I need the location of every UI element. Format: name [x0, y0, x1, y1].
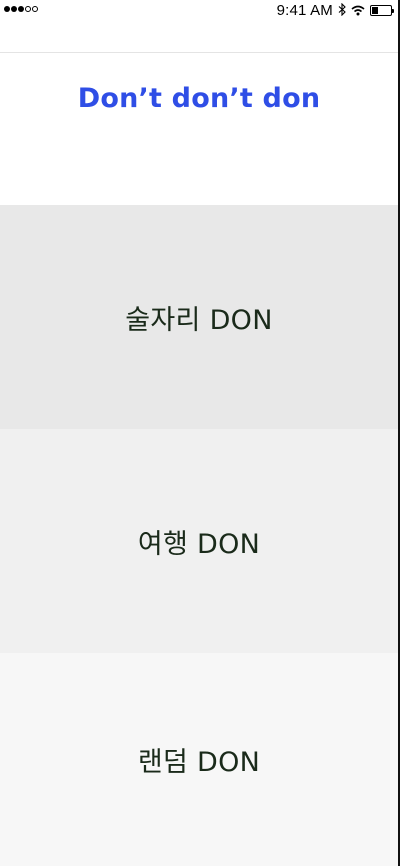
category-label: 술자리 DON [125, 304, 273, 336]
category-label: 여행 DON [137, 528, 261, 560]
status-bar: 9:41 AM [0, 0, 398, 22]
wifi-icon [351, 3, 365, 19]
status-right: 9:41 AM [276, 2, 394, 19]
app-title: Don’t don’t don [77, 83, 321, 114]
signal-dot [18, 6, 24, 12]
app-screen: 9:41 AM Don’t don’t don 술자리 DON 여행 DON 랜… [0, 0, 398, 866]
status-time: 9:41 AM [276, 2, 333, 19]
signal-dot [25, 6, 31, 12]
battery-level [372, 7, 378, 14]
header-divider [0, 52, 398, 53]
bluetooth-icon [338, 2, 346, 19]
category-random-don[interactable]: 랜덤 DON [0, 653, 398, 866]
category-label: 랜덤 DON [137, 747, 261, 778]
device-edge [398, 0, 402, 866]
signal-strength-icon [4, 6, 38, 12]
battery-icon [370, 5, 394, 16]
category-travel-don[interactable]: 여행 DON [0, 429, 398, 653]
signal-dot [32, 6, 38, 12]
signal-dot [11, 6, 17, 12]
category-drinking-don[interactable]: 술자리 DON [0, 205, 398, 429]
battery-cap [392, 9, 394, 13]
signal-dot [4, 6, 10, 12]
